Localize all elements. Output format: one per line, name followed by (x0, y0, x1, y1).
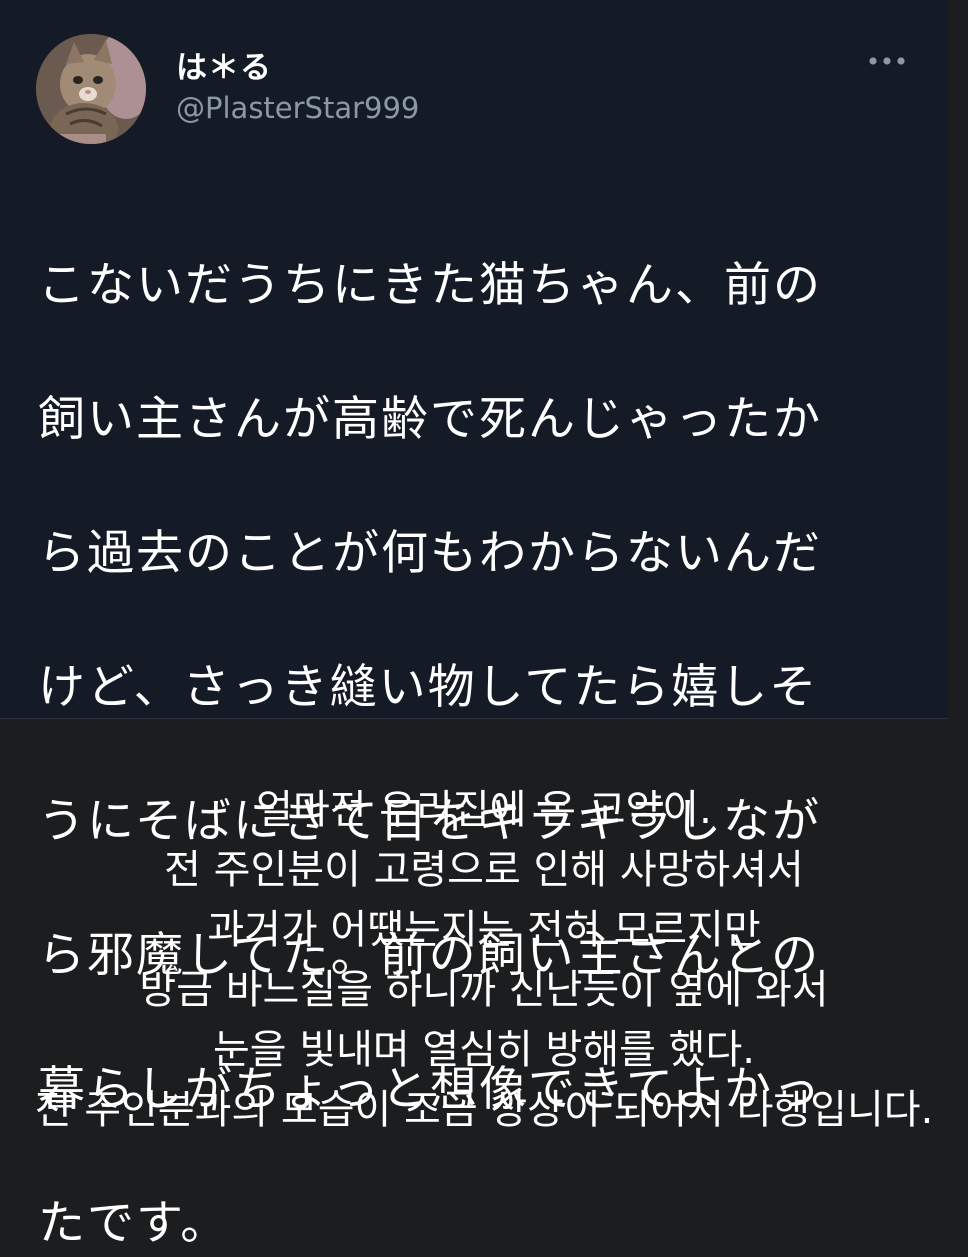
translation-line: 전 주인분이 고령으로 인해 사망하셔서 (164, 847, 804, 893)
tweet-text-line: ら過去のことが何もわからないんだ (38, 526, 822, 581)
tweet-text-line: たです。 (38, 1196, 230, 1251)
divider (0, 718, 948, 719)
korean-translation: 얼마전 우리집에 온 고양이. 전 주인분이 고령으로 인해 사망하셔서 과거가… (0, 780, 968, 1140)
tweet-text-line: けど、さっき縫い物してたら嬉しそ (38, 660, 819, 715)
cat-avatar-image (36, 34, 146, 144)
translation-line: 얼마전 우리집에 온 고양이. (256, 787, 712, 833)
translation-line: 전 주인분과의 모습이 조금 상상이 되어서 다행입니다. (34, 1087, 934, 1133)
translation-line: 방금 바느질을 하니까 신난듯이 옆에 와서 (139, 967, 829, 1013)
tweet-text-line: 飼い主さんが高齢で死んじゃったか (38, 392, 822, 447)
more-options-icon[interactable] (868, 46, 906, 76)
tweet-card: は＊る @PlasterStar999 こないだうちにきた猫ちゃん、前の 飼い主… (0, 0, 948, 1251)
avatar[interactable] (36, 34, 146, 144)
translation-line: 눈을 빛내며 열심히 방해를 했다. (213, 1027, 755, 1073)
display-name[interactable]: は＊る (176, 42, 272, 87)
tweet-text-line: こないだうちにきた猫ちゃん、前の (38, 258, 822, 313)
user-handle[interactable]: @PlasterStar999 (176, 91, 419, 125)
translation-line: 과거가 어땠는지는 전혀 모르지만 (207, 907, 761, 953)
